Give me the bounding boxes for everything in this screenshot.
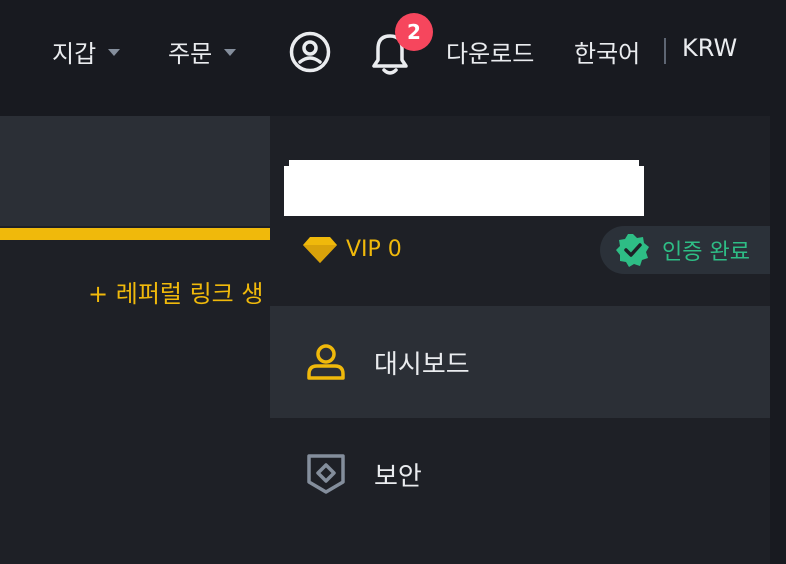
verified-check-icon — [616, 234, 649, 267]
notification-badge: 2 — [395, 13, 433, 51]
user-circle-icon — [289, 31, 331, 73]
redacted-account-id — [284, 160, 644, 220]
wallet-label: 지갑 — [52, 40, 97, 68]
diamond-icon — [303, 237, 337, 263]
caret-down-icon — [224, 49, 237, 56]
vip-level[interactable]: VIP 0 — [302, 234, 402, 264]
language-label: 한국어 — [574, 40, 641, 68]
currency-selector[interactable]: KRW — [682, 34, 737, 62]
wallet-menu[interactable]: 지갑 — [52, 34, 121, 69]
download-link[interactable]: 다운로드 — [446, 34, 534, 69]
menu-item-label: 보안 — [374, 461, 422, 492]
language-selector[interactable]: 한국어 — [574, 34, 640, 69]
orders-menu[interactable]: 주문 — [168, 34, 237, 69]
download-label: 다운로드 — [446, 40, 535, 68]
currency-label: KRW — [682, 34, 738, 62]
account-button[interactable] — [288, 30, 332, 74]
create-referral-link-button[interactable]: + 레퍼럴 링크 생 — [88, 274, 270, 309]
nav-divider — [664, 38, 666, 64]
caret-down-icon — [108, 49, 121, 56]
vip-label: VIP 0 — [346, 236, 402, 262]
left-header-block — [0, 116, 270, 226]
top-nav-bar: 지갑 주문 2 다운로드 한국어 KRW — [0, 0, 786, 100]
shield-icon — [307, 454, 345, 494]
menu-item-label: 대시보드 — [374, 349, 470, 380]
verified-label: 인증 완료 — [662, 240, 750, 265]
user-icon — [307, 344, 345, 380]
orders-label: 주문 — [168, 40, 213, 68]
account-dropdown: VIP 0 인증 완료 대시보드 보안 — [270, 116, 770, 564]
menu-item-security[interactable]: 보안 — [270, 418, 770, 530]
menu-item-dashboard[interactable]: 대시보드 — [270, 306, 770, 418]
active-tab-indicator — [0, 228, 270, 240]
verified-badge[interactable]: 인증 완료 — [600, 226, 770, 274]
